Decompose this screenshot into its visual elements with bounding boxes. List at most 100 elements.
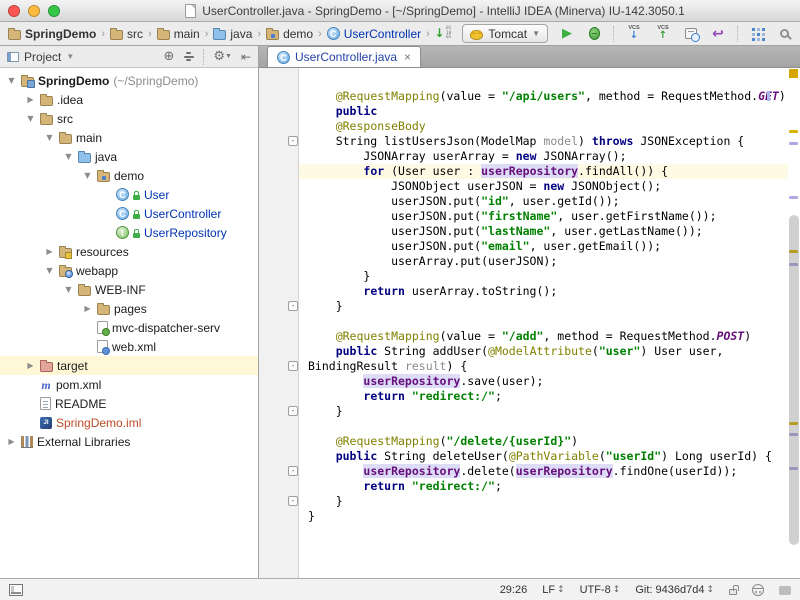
tree-toggle-icon[interactable]: ▶ [82,304,93,313]
vcs-up-button[interactable]: VCS↑ [654,24,672,44]
inspection-indicator[interactable] [789,69,798,78]
run-configuration-select[interactable]: Tomcat▼ [462,24,548,43]
rollback-button[interactable]: ↩ [710,24,726,44]
title-bar: UserController.java - SpringDemo - [~/Sp… [0,0,800,22]
tree-toggle-icon[interactable]: ▶ [44,247,55,256]
vcs-branch-selector[interactable]: Git: 9436d7d4↕ [635,584,714,596]
locate-file-icon[interactable]: ⊕ [163,50,174,63]
project-tree[interactable]: ▼SpringDemo (~/SpringDemo)▶.idea▼src▼mai… [0,68,258,578]
code-line: public String deleteUser(@PathVariable("… [308,449,788,464]
tree-item-pages[interactable]: ▶pages [0,299,258,318]
breadcrumb-item-main[interactable]: main [157,27,200,41]
fold-marker-icon[interactable]: - [288,301,298,311]
code-line: userArray.put(userJSON); [308,254,788,269]
tree-toggle-icon[interactable]: ▶ [25,361,36,370]
tree-toggle-icon[interactable]: ▼ [44,266,55,275]
fold-marker-icon[interactable]: - [288,496,298,506]
settings-gear-icon[interactable]: ⚙▼ [213,47,232,67]
make-button[interactable]: ↓01 10 01 [434,24,451,44]
tree-item-springdemo[interactable]: ▼SpringDemo (~/SpringDemo) [0,71,258,90]
tree-item-mvc-dispatcher-serv[interactable]: mvc-dispatcher-serv [0,318,258,337]
line-ending-selector[interactable]: LF↕ [542,584,564,596]
code-line: } [308,404,788,419]
tree-toggle-icon[interactable]: ▶ [25,95,36,104]
breadcrumb-item-usercontroller[interactable]: CUserController [327,27,421,41]
tree-toggle-icon[interactable]: ▼ [25,114,36,123]
fold-marker-icon[interactable]: - [288,466,298,476]
scrollbar-thumb[interactable] [789,215,799,545]
tree-item-src[interactable]: ▼src [0,109,258,128]
tree-toggle-icon[interactable]: ▼ [63,285,74,294]
tree-item-usercontroller[interactable]: CUserController [0,204,258,223]
close-window-button[interactable] [8,5,20,17]
show-changes-icon [685,28,697,39]
code-line: userRepository.delete(userRepository.fin… [308,464,788,479]
tree-toggle-icon[interactable]: ▼ [44,133,55,142]
tree-item-webapp[interactable]: ▼webapp [0,261,258,280]
editor-body[interactable]: - - - - - - @RequestMapping(value = "/api/use… [259,68,800,578]
tree-item-target[interactable]: ▶target [0,356,258,375]
breadcrumb-item-src[interactable]: src [110,27,143,41]
breadcrumb-item-java[interactable]: java [213,27,252,41]
resources-folder-icon [59,248,72,258]
tree-item-label: main [76,131,102,145]
tree-item-user[interactable]: CUser [0,185,258,204]
hector-inspector-icon[interactable] [752,584,764,596]
run-button[interactable]: ▶ [559,24,575,44]
toolwindow-toggle-icon[interactable] [9,584,23,596]
tree-item-readme[interactable]: README [0,394,258,413]
caret-position[interactable]: 29:26 [500,584,528,596]
fold-marker-icon[interactable]: - [288,361,298,371]
fold-marker-icon[interactable]: - [288,136,298,146]
maven-file-icon: m [40,378,52,392]
usage-stripe-mark[interactable] [789,196,798,199]
warning-stripe-mark[interactable] [789,130,798,133]
structure-button[interactable] [749,24,765,44]
hide-panel-icon[interactable]: ⇤ [241,51,251,63]
tree-item-demo[interactable]: ▼demo [0,166,258,185]
tree-item-label: UserController [144,207,221,221]
tree-item-external-libraries[interactable]: ▶External Libraries [0,432,258,451]
tree-item-idea[interactable]: ▶.idea [0,90,258,109]
vcs-down-button[interactable]: VCS↓ [625,24,643,44]
tree-item-userrepository[interactable]: IUserRepository [0,223,258,242]
tree-toggle-icon[interactable]: ▼ [6,76,17,85]
search-button[interactable] [776,24,792,44]
lock-icon [133,214,140,219]
tree-item-label: UserRepository [144,226,227,240]
window-controls [8,5,60,17]
tree-toggle-icon[interactable]: ▶ [6,437,17,446]
folder-icon [40,115,53,125]
run-configuration-label: Tomcat [488,27,527,41]
debug-button[interactable] [586,24,602,44]
tree-item-web-xml[interactable]: web.xml [0,337,258,356]
zoom-window-button[interactable] [48,5,60,17]
tree-item-pom-xml[interactable]: mpom.xml [0,375,258,394]
tree-item-resources[interactable]: ▶resources [0,242,258,261]
tree-toggle-icon[interactable]: ▼ [63,152,74,161]
error-stripe[interactable] [788,68,800,578]
editor-tab-bar: C UserController.java × [259,46,800,68]
spring-config-file-icon [97,321,108,334]
tab-usercontroller[interactable]: C UserController.java × [267,46,421,67]
readonly-lock-icon[interactable] [729,589,737,595]
breadcrumb-item-demo[interactable]: demo [266,27,313,41]
tree-item-web-inf[interactable]: ▼WEB-INF [0,280,258,299]
collapse-all-icon[interactable] [183,51,194,63]
minimize-window-button[interactable] [28,5,40,17]
breadcrumb-item-springdemo[interactable]: SpringDemo [8,27,96,41]
folder-icon [59,134,72,144]
tree-item-springdemo-iml[interactable]: JISpringDemo.iml [0,413,258,432]
tree-toggle-icon[interactable]: ▼ [82,171,93,180]
event-log-bubble-icon[interactable] [779,586,791,595]
changes-button[interactable] [683,24,699,44]
code-area[interactable]: @RequestMapping(value = "/api/users", me… [300,68,788,578]
chevron-down-icon[interactable]: ▼ [66,52,74,61]
tree-item-java[interactable]: ▼java [0,147,258,166]
close-tab-icon[interactable]: × [404,51,411,63]
tree-item-main[interactable]: ▼ main [0,128,258,147]
project-panel-title[interactable]: Project [24,50,61,64]
fold-marker-icon[interactable]: - [288,406,298,416]
usage-stripe-mark[interactable] [789,142,798,145]
encoding-selector[interactable]: UTF-8↕ [580,584,621,596]
